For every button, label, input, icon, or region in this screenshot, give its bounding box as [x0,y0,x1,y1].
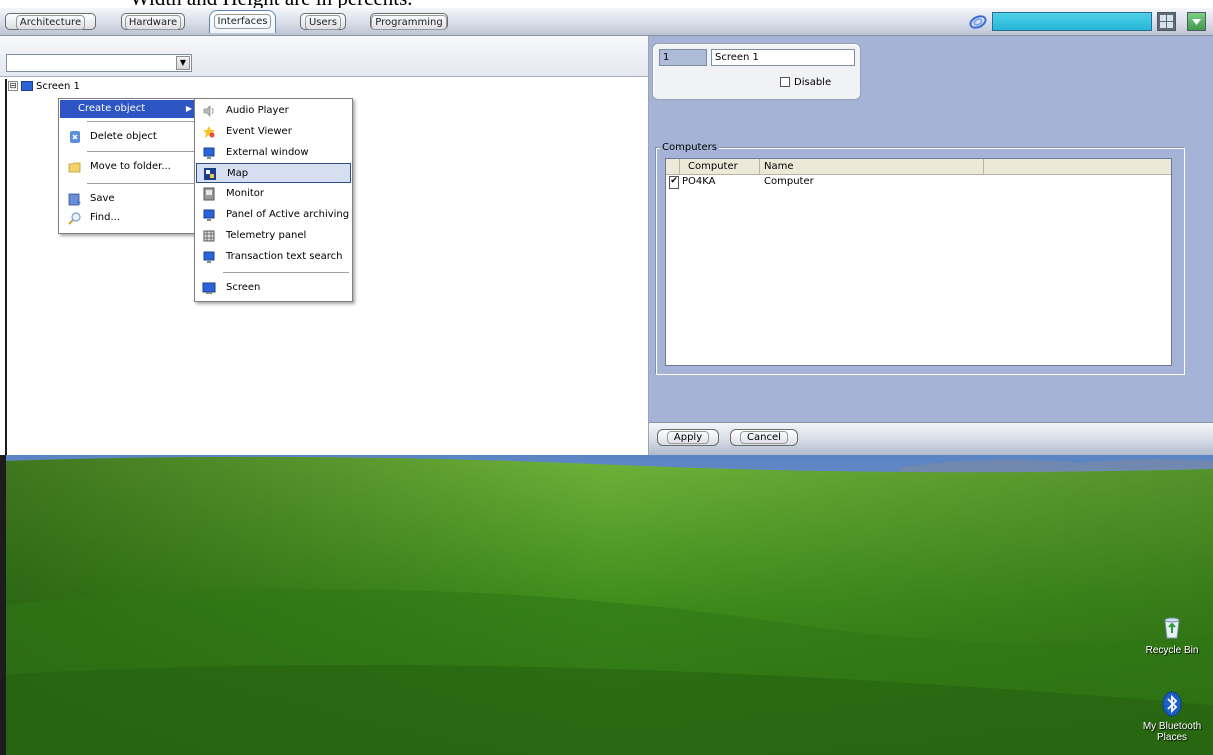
recycle-bin-label: Recycle Bin [1145,645,1199,656]
computers-table: Computer Name ✔ PO4KA Computer [665,158,1172,366]
menu-separator [87,151,195,152]
row-name: Computer [764,176,814,187]
screen-node-icon [21,81,33,91]
monitor-icon [203,187,215,201]
find-icon [68,212,81,225]
arrow-down-icon [1192,19,1201,25]
tab-hardware[interactable]: Hardware [121,13,185,30]
submenu-item-telemetry-panel[interactable]: Telemetry panel [196,226,351,246]
submenu-item-monitor[interactable]: Monitor [196,184,351,204]
grid-icon [1160,15,1173,28]
submenu-item-map[interactable]: Map [196,163,351,183]
tab-architecture[interactable]: Architecture [5,13,96,30]
context-menu: Create object ▶ Delete object Move to fo… [58,98,200,234]
submenu-arrow-icon: ▶ [185,104,192,113]
menu-item-save[interactable]: Save [60,190,198,208]
object-id-field[interactable]: 1 [659,49,707,66]
table-header: Computer Name [666,159,1171,175]
tab-interfaces[interactable]: Interfaces [209,10,276,33]
desktop-icon-recycle-bin[interactable]: Recycle Bin [1137,615,1207,656]
submenu-item-audio-player[interactable]: Audio Player [196,101,351,121]
menu-separator [87,183,195,184]
folder-icon [68,162,81,173]
action-bar: Apply Cancel [649,422,1213,456]
search-icon [203,251,215,263]
layout-grid-button[interactable] [1157,12,1176,31]
speaker-icon [203,105,214,117]
screen-icon [202,282,216,294]
tree-toolbar: ▼ [0,36,648,77]
tree-node-screen-1[interactable]: ⊟ Screen 1 [8,80,80,94]
cancel-button[interactable]: Cancel [730,429,798,446]
submenu-item-event-viewer[interactable]: Event Viewer [196,122,351,142]
desktop-icon-bluetooth-places[interactable]: My Bluetooth Places [1137,691,1207,743]
header-check-col [666,159,680,174]
disable-checkbox[interactable] [780,77,790,87]
tree-node-label: Screen 1 [36,81,80,92]
bluetooth-icon [1162,691,1182,717]
event-icon [203,126,215,138]
properties-pane: 1 Screen 1 Disable Computers Computer Na… [649,36,1213,422]
tab-users[interactable]: Users [300,13,346,30]
menu-separator [87,121,195,122]
menu-item-create-object[interactable]: Create object ▶ [60,100,198,118]
combo-arrow-icon[interactable]: ▼ [176,56,190,70]
bliss-wallpaper [0,455,1213,755]
map-icon [204,168,216,180]
apply-button[interactable]: Apply [657,429,719,446]
recycle-bin-icon [1164,617,1180,639]
create-object-submenu: Audio Player Event Viewer External windo… [194,98,353,302]
bluetooth-places-label: My Bluetooth Places [1142,721,1202,743]
telemetry-icon [203,230,215,242]
menu-item-find[interactable]: Find... [60,209,198,227]
submenu-item-external-window[interactable]: External window [196,143,351,163]
table-row[interactable]: ✔ PO4KA Computer [666,175,1171,189]
swirl-logo-icon[interactable] [968,14,988,30]
status-field[interactable] [992,12,1152,31]
top-toolbar: Architecture Hardware Interfaces Users P… [0,8,1213,36]
delete-icon [70,131,80,143]
app-window: Architecture Hardware Interfaces Users P… [0,8,1213,456]
archive-icon [203,209,215,221]
menu-item-move-to-folder[interactable]: Move to folder... [60,158,198,176]
row-computer: PO4KA [682,176,716,187]
header-name[interactable]: Name [760,159,984,174]
header-computer[interactable]: Computer [680,159,760,174]
save-icon [68,193,81,206]
object-name-field[interactable]: Screen 1 [711,49,855,66]
window-icon [203,147,215,159]
row-checkbox[interactable]: ✔ [669,176,679,189]
collapse-button[interactable] [1187,12,1206,31]
disable-label: Disable [794,77,832,88]
submenu-item-active-archiving[interactable]: Panel of Active archiving [196,205,351,225]
desktop: Recycle Bin My Bluetooth Places [0,455,1213,755]
submenu-item-screen[interactable]: Screen [196,278,351,298]
disable-option[interactable]: Disable [780,77,831,89]
submenu-separator [223,272,349,273]
caption-text: Width and Height are in percents. [130,0,413,8]
menu-item-delete-object[interactable]: Delete object [60,128,198,146]
pane-left-border [5,79,7,455]
computers-group: Computers Computer Name ✔ PO4KA Computer [656,142,1185,375]
tree-expander-icon[interactable]: ⊟ [8,81,18,91]
top-caption: Width and Height are in percents. [0,0,1213,8]
computers-group-title: Computers [660,142,719,154]
desktop-left-border [0,455,6,755]
object-properties-box: 1 Screen 1 Disable [652,43,861,100]
tab-programming[interactable]: Programming [370,13,448,30]
filter-combo[interactable]: ▼ [6,54,192,72]
submenu-item-transaction-search[interactable]: Transaction text search [196,247,351,267]
